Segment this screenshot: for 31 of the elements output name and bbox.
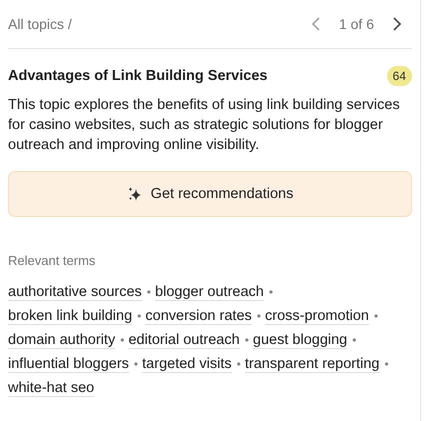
- term-link[interactable]: white-hat seo: [8, 380, 94, 397]
- separator-dot: •: [137, 309, 142, 323]
- separator-dot: •: [134, 357, 138, 371]
- term-link[interactable]: targeted visits: [142, 356, 232, 373]
- breadcrumb[interactable]: All topics /: [8, 16, 72, 32]
- separator-dot: •: [146, 285, 151, 299]
- separator-dot: •: [256, 309, 261, 323]
- topic-title: Advantages of Link Building Services: [8, 68, 268, 84]
- separator-dot: •: [374, 309, 378, 323]
- separator-dot: •: [268, 285, 274, 299]
- page-counter: 1 of 6: [338, 16, 374, 32]
- separator-dot: •: [352, 333, 356, 347]
- sparkle-icon: [126, 186, 143, 202]
- term-link[interactable]: authoritative sources: [8, 284, 142, 301]
- term-link[interactable]: domain authority: [8, 332, 116, 349]
- score-badge: 64: [386, 66, 412, 86]
- term-link[interactable]: influential bloggers: [8, 356, 129, 373]
- term-link[interactable]: blogger outreach: [155, 284, 264, 301]
- term-link[interactable]: conversion rates: [145, 308, 252, 325]
- separator-dot: •: [384, 357, 389, 371]
- separator-dot: •: [236, 357, 241, 371]
- get-recommendations-button[interactable]: Get recommendations: [8, 171, 412, 217]
- term-link[interactable]: guest blogging: [252, 332, 348, 349]
- term-link[interactable]: broken link building: [8, 308, 132, 325]
- term-link[interactable]: cross-promotion: [265, 308, 369, 325]
- section-heading: Relevant terms: [8, 253, 96, 268]
- term-link[interactable]: editorial outreach: [128, 332, 240, 349]
- separator-dot: •: [244, 333, 249, 347]
- separator-dot: •: [120, 333, 124, 347]
- term-link[interactable]: transparent reporting: [244, 356, 380, 373]
- topic-description: This topic explores the benefits of using link building services for casino websites, such as strategic solutions for blogger outreach and improving online visibility.: [8, 96, 401, 155]
